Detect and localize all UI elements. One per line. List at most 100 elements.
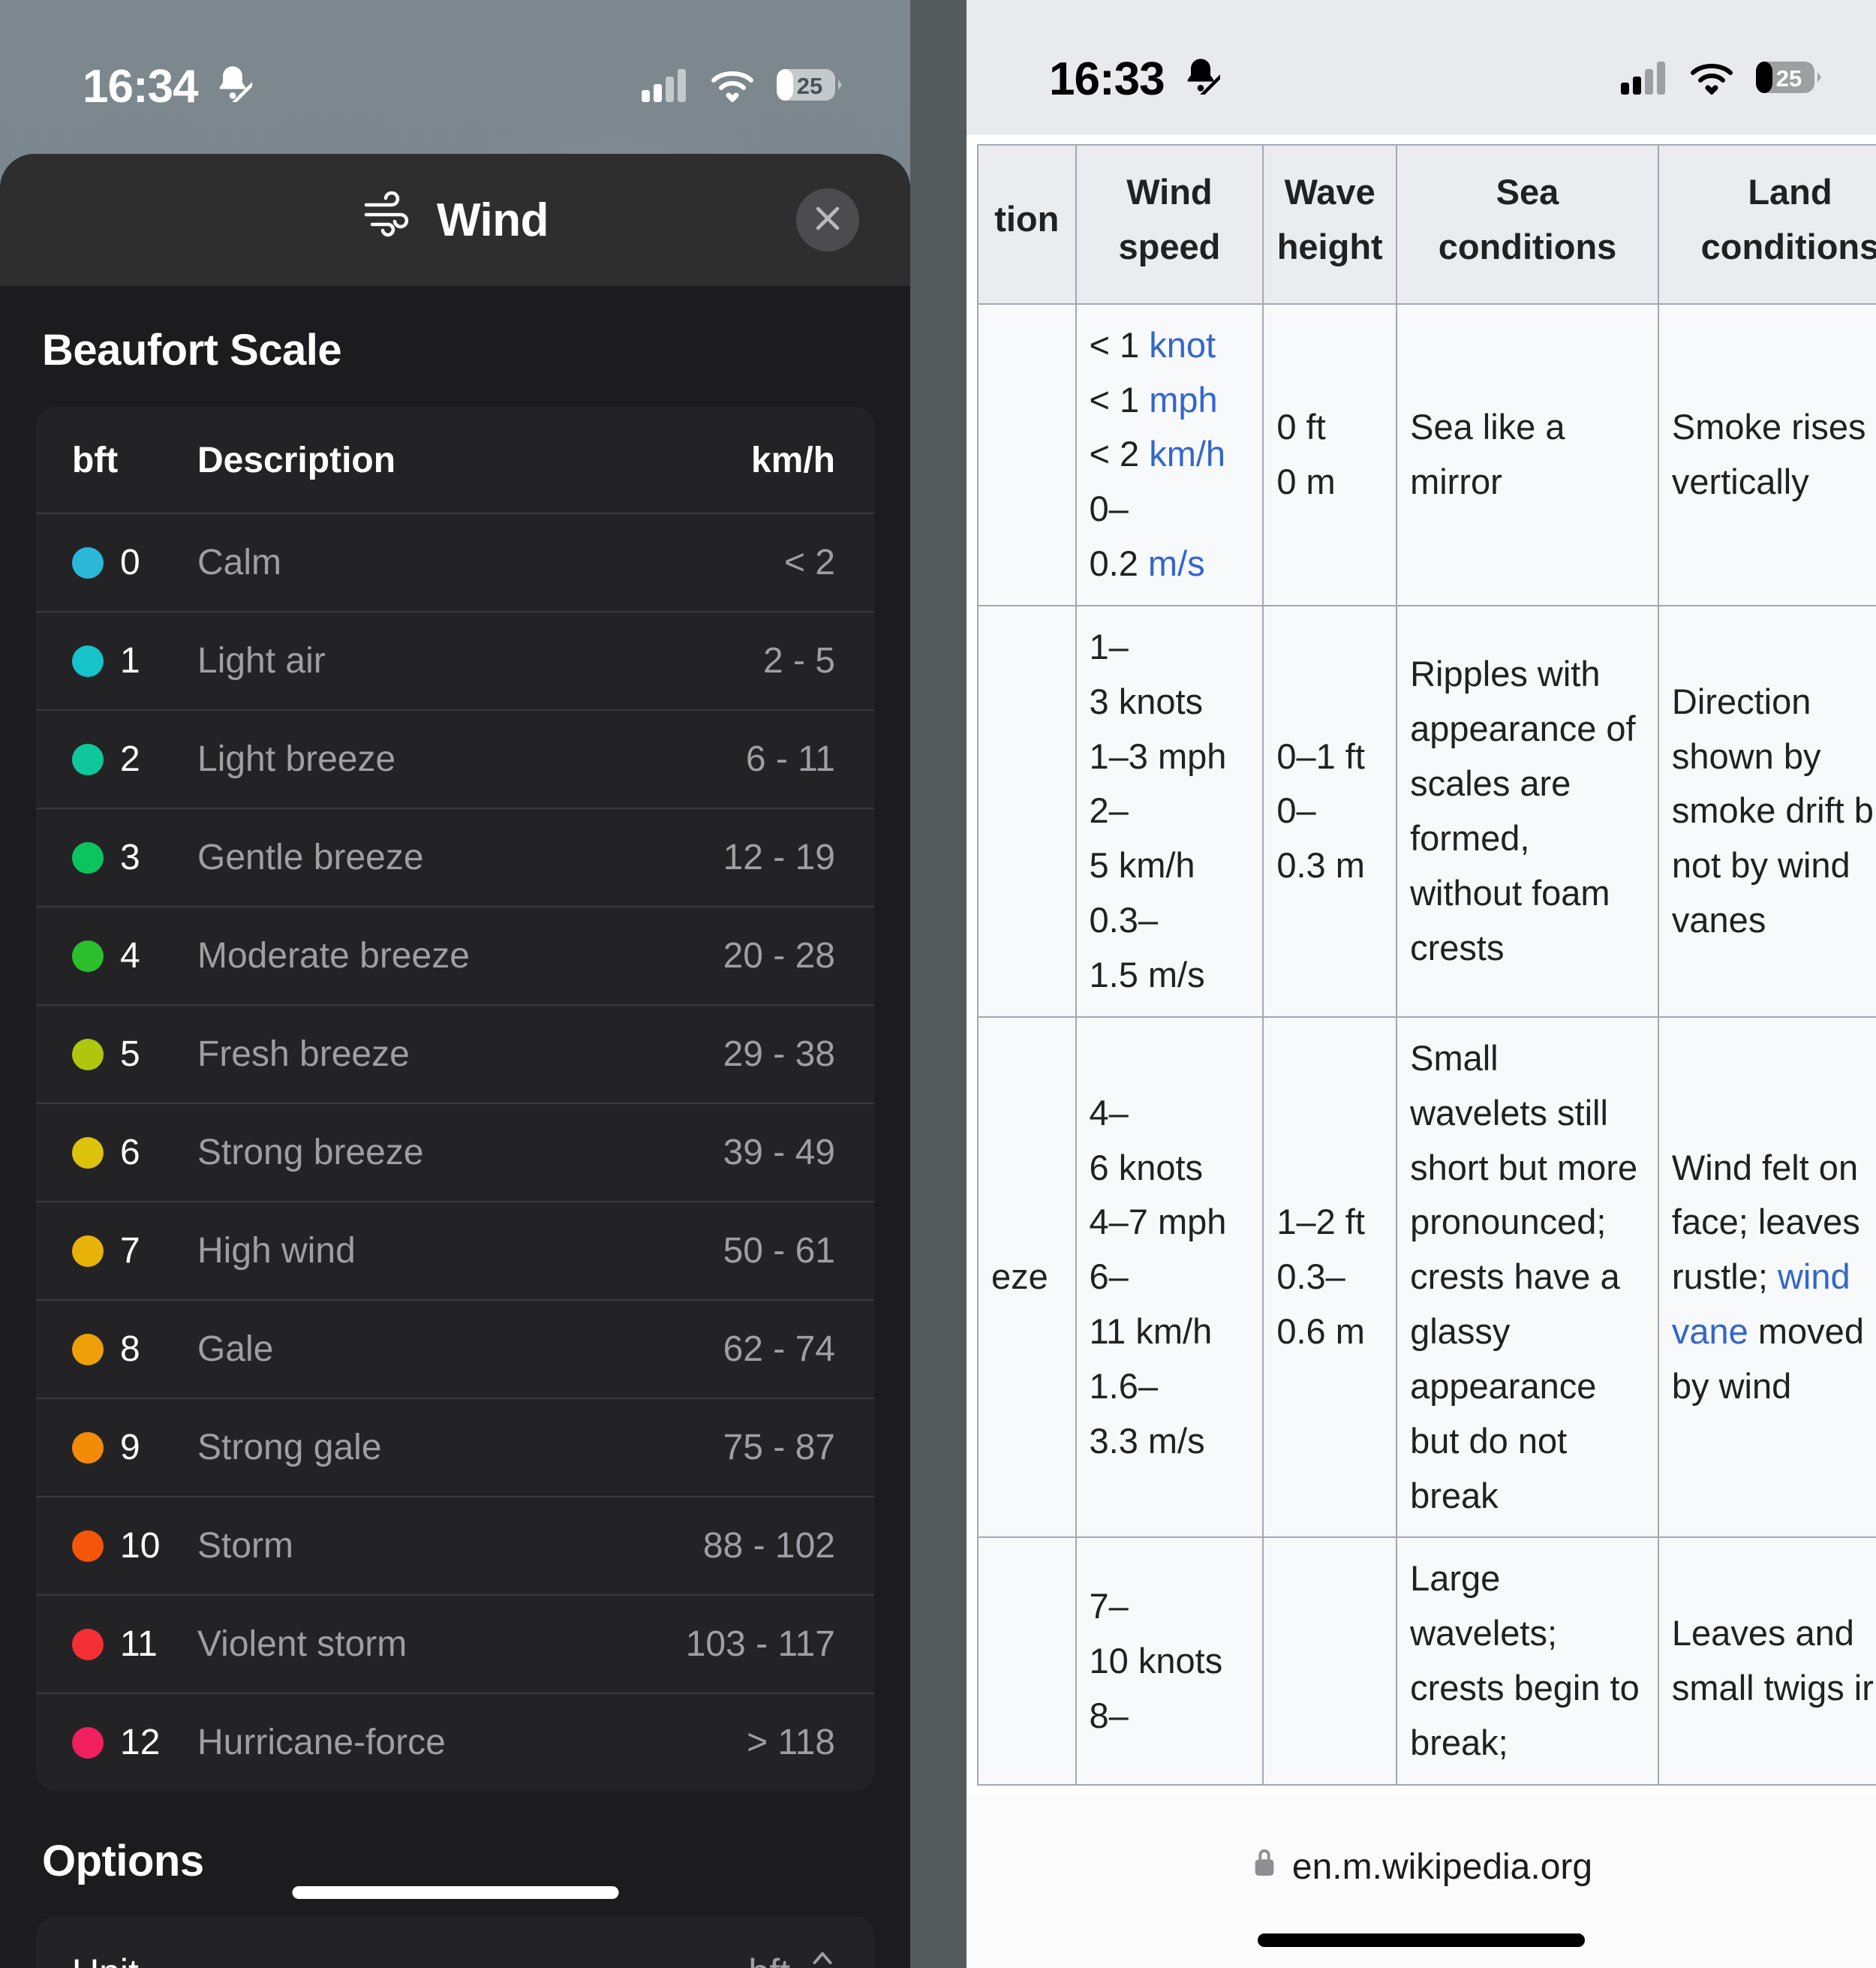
right-status-icons: 25 bbox=[1621, 60, 1822, 98]
right-status-bar: 16:33 25 bbox=[967, 0, 1876, 135]
beaufort-number: 6 bbox=[120, 1133, 140, 1172]
table-row: 6 Strong breeze 39 - 49 bbox=[36, 1103, 874, 1202]
beaufort-number: 8 bbox=[120, 1329, 140, 1369]
wiki-col-description: tion bbox=[977, 144, 1077, 305]
wiki-unit-link[interactable]: knot bbox=[1149, 325, 1216, 365]
beaufort-description: Moderate breeze bbox=[182, 906, 600, 1005]
beaufort-number-cell: 7 bbox=[36, 1201, 182, 1300]
beaufort-wikipedia-table: tion Wind speed Wave height Sea conditio… bbox=[977, 144, 1876, 1786]
safari-webview[interactable]: tion Wind speed Wave height Sea conditio… bbox=[967, 135, 1876, 1794]
safari-bottom-bar: en.m.wikipedia.org bbox=[967, 1794, 1876, 1968]
beaufort-color-dot bbox=[72, 1136, 104, 1169]
beaufort-color-dot bbox=[72, 1038, 104, 1070]
wiki-table-row: < 1 knot < 1 mph < 2 km/h 0– 0.2 m/s 0 ft 0 mS… bbox=[977, 302, 1876, 606]
wiki-cell-land-conditions: Direction shown by smoke drift but not b… bbox=[1657, 604, 1876, 1018]
beaufort-number-cell: 1 bbox=[36, 611, 182, 710]
beaufort-kmh: 103 - 117 bbox=[600, 1594, 874, 1693]
unit-label: Unit bbox=[72, 1951, 139, 1968]
beaufort-number: 9 bbox=[120, 1428, 140, 1467]
wiki-wind-vane-link[interactable]: wind vane bbox=[1672, 1256, 1850, 1351]
bell-slash-icon bbox=[1181, 53, 1231, 106]
table-row: 10 Storm 88 - 102 bbox=[36, 1496, 874, 1595]
wiki-cell-description: eze bbox=[977, 1016, 1077, 1539]
phone-divider bbox=[910, 0, 967, 1968]
unit-value-group[interactable]: bft bbox=[748, 1945, 838, 1968]
wiki-col-land-conditions: Land conditions bbox=[1657, 144, 1876, 305]
right-status-time-group: 16:33 bbox=[1049, 53, 1231, 106]
wiki-cell-description bbox=[977, 604, 1077, 1018]
sheet-title-text: Wind bbox=[437, 194, 549, 246]
beaufort-number-cell: 5 bbox=[36, 1004, 182, 1103]
beaufort-description: Violent storm bbox=[182, 1594, 600, 1693]
right-phone-safari: 16:33 25 tion Wind speed Wave height Sea… bbox=[967, 0, 1876, 1968]
beaufort-kmh: 20 - 28 bbox=[600, 906, 874, 1005]
beaufort-number: 4 bbox=[120, 936, 140, 976]
table-row: 8 Gale 62 - 74 bbox=[36, 1299, 874, 1398]
beaufort-number-cell: 6 bbox=[36, 1103, 182, 1202]
close-button[interactable] bbox=[796, 188, 859, 251]
unit-option-row[interactable]: Unit bft bbox=[36, 1916, 874, 1968]
safari-url-bar[interactable]: en.m.wikipedia.org bbox=[1250, 1845, 1592, 1888]
beaufort-kmh: 6 - 11 bbox=[600, 709, 874, 808]
column-header-bft: bft bbox=[72, 441, 119, 480]
beaufort-description: Light air bbox=[182, 611, 600, 710]
wifi-icon bbox=[709, 68, 756, 106]
wiki-cell-description bbox=[977, 302, 1077, 606]
beaufort-scale-table: bft Description km/h 0 Calm < 2 1 Light air 2… bbox=[36, 407, 874, 1791]
beaufort-description: Storm bbox=[182, 1496, 600, 1595]
left-status-time: 16:34 bbox=[83, 60, 199, 113]
wiki-unit-link[interactable]: km/h bbox=[1149, 434, 1225, 474]
beaufort-number: 11 bbox=[120, 1624, 158, 1664]
table-row: 5 Fresh breeze 29 - 38 bbox=[36, 1004, 874, 1103]
wiki-cell-wind-speed: 4– 6 knots 4–7 mph 6– 11 km/h 1.6– 3.3 m/s bbox=[1075, 1016, 1264, 1539]
column-header-kmh: km/h bbox=[750, 441, 835, 480]
battery-icon: 25 bbox=[1756, 60, 1822, 98]
wiki-cell-wave-height bbox=[1262, 1536, 1398, 1786]
battery-icon: 25 bbox=[777, 68, 843, 106]
sheet-body: Beaufort Scale bft Description km/h 0 Cal… bbox=[0, 286, 910, 1968]
dual-phone-screenshot: 16:34 25 Wind Beaufort Scale bft Descrip… bbox=[0, 0, 1876, 1968]
beaufort-description: Gentle breeze bbox=[182, 808, 600, 907]
chevron-up-down-icon[interactable] bbox=[807, 1945, 838, 1968]
wiki-cell-land-conditions: Wind felt on face; leaves rustle; wind v… bbox=[1657, 1016, 1876, 1539]
wiki-col-sea-conditions: Sea conditions bbox=[1396, 144, 1659, 305]
beaufort-number-cell: 3 bbox=[36, 808, 182, 907]
beaufort-number-cell: 12 bbox=[36, 1693, 182, 1791]
beaufort-kmh: 29 - 38 bbox=[600, 1004, 874, 1103]
table-row: 2 Light breeze 6 - 11 bbox=[36, 709, 874, 808]
beaufort-kmh: 12 - 19 bbox=[600, 808, 874, 907]
beaufort-kmh: 88 - 102 bbox=[600, 1496, 874, 1595]
wiki-cell-wave-height: 0–1 ft 0– 0.3 m bbox=[1262, 604, 1398, 1018]
wiki-unit-link[interactable]: mph bbox=[1149, 380, 1217, 420]
beaufort-number: 3 bbox=[120, 838, 140, 877]
beaufort-description: Gale bbox=[182, 1299, 600, 1398]
beaufort-kmh: 39 - 49 bbox=[600, 1103, 874, 1202]
wiki-cell-wind-speed: 1– 3 knots 1–3 mph 2– 5 km/h 0.3– 1.5 m/s bbox=[1075, 604, 1264, 1018]
wiki-cell-sea-conditions: Sea like a mirror bbox=[1396, 302, 1659, 606]
beaufort-color-dot bbox=[72, 743, 104, 775]
beaufort-kmh: 62 - 74 bbox=[600, 1299, 874, 1398]
left-status-time-group: 16:34 bbox=[83, 60, 263, 113]
wiki-col-wave-height: Wave height bbox=[1262, 144, 1398, 305]
wiki-cell-wind-speed: 7– 10 knots 8– bbox=[1075, 1536, 1264, 1786]
cellular-signal-icon bbox=[642, 68, 688, 106]
beaufort-kmh: > 118 bbox=[600, 1693, 874, 1791]
wifi-icon bbox=[1688, 60, 1735, 98]
beaufort-color-dot bbox=[72, 1235, 104, 1267]
beaufort-kmh: 2 - 5 bbox=[600, 611, 874, 710]
wiki-cell-wave-height: 1–2 ft 0.3– 0.6 m bbox=[1262, 1016, 1398, 1539]
wiki-cell-description bbox=[977, 1536, 1077, 1786]
beaufort-color-dot bbox=[72, 841, 104, 874]
wiki-unit-link[interactable]: m/s bbox=[1148, 543, 1205, 583]
wiki-cell-sea-conditions: Ripples with appearance of scales are fo… bbox=[1396, 604, 1659, 1018]
wiki-cell-wind-speed: < 1 knot < 1 mph < 2 km/h 0– 0.2 m/s bbox=[1075, 302, 1264, 606]
sheet-header: Wind bbox=[0, 154, 910, 286]
wiki-cell-land-conditions: Smoke rises vertically bbox=[1657, 302, 1876, 606]
wiki-col-wind-speed: Wind speed bbox=[1075, 144, 1264, 305]
beaufort-description: Calm bbox=[182, 513, 600, 612]
beaufort-kmh: 50 - 61 bbox=[600, 1201, 874, 1300]
left-status-icons: 25 bbox=[642, 68, 843, 106]
close-icon bbox=[811, 202, 844, 239]
beaufort-number-cell: 10 bbox=[36, 1496, 182, 1595]
beaufort-scale-title: Beaufort Scale bbox=[42, 326, 342, 375]
